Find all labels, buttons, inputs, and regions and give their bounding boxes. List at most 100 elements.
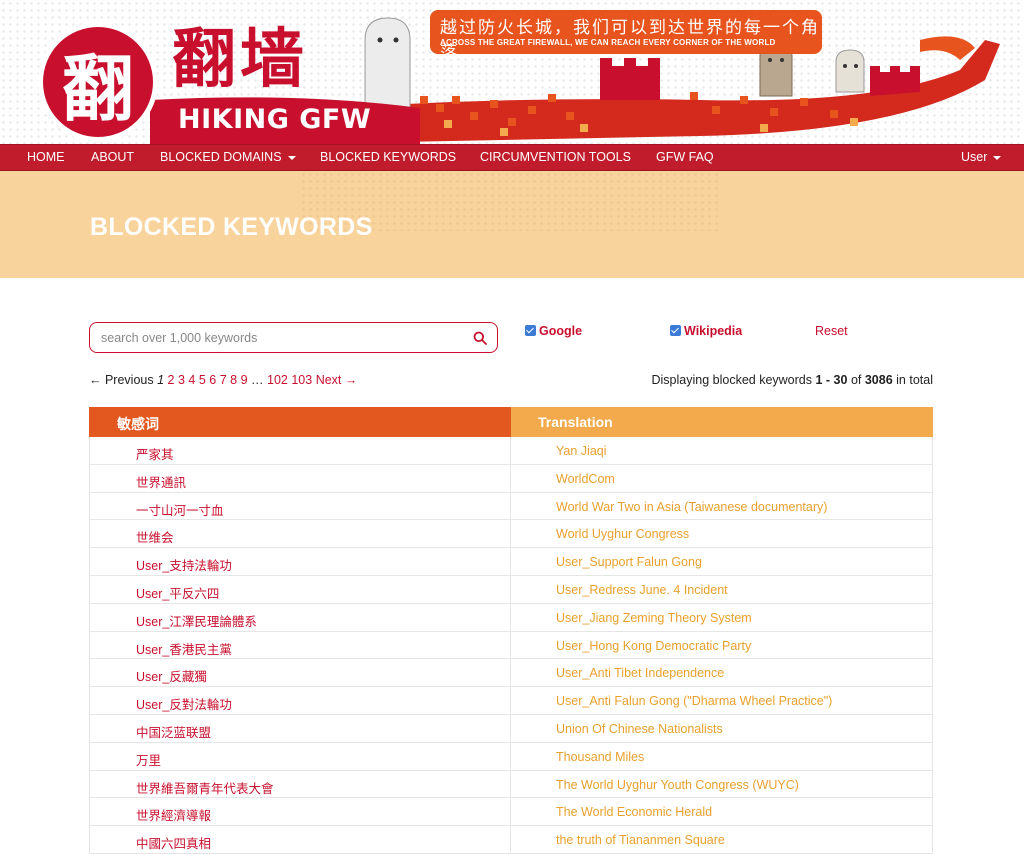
google-filter-label: Google (539, 324, 583, 338)
table-row: User_平反六四 User_Redress June. 4 Incident (89, 575, 933, 604)
keyword-cell[interactable]: 中国泛蓝联盟 (89, 714, 511, 742)
pager-page-6[interactable]: 6 (209, 373, 216, 387)
pager-current-page: 1 (157, 373, 165, 387)
nav-user-label: User (961, 150, 988, 164)
translation-cell[interactable]: User_Redress June. 4 Incident (511, 575, 933, 603)
table-row: User_反對法輪功 User_Anti Falun Gong ("Dharma … (89, 687, 933, 715)
pager-page-103[interactable]: 103 (291, 373, 312, 387)
translation-cell[interactable]: WorldCom (511, 464, 933, 492)
wikipedia-filter-checkbox[interactable]: Wikipedia (670, 324, 742, 338)
brand-name-english: HIKING GFW (178, 104, 372, 135)
table-row: 世维会 World Uyghur Congress (89, 520, 933, 549)
translation-cell[interactable]: User_Hong Kong Democratic Party (511, 631, 933, 659)
table-row: User_香港民主黨 User_Hong Kong Democratic Part… (89, 631, 933, 660)
nav-gfw-faq[interactable]: GFW FAQ (656, 150, 714, 164)
search-icon[interactable] (473, 331, 487, 345)
main-nav: HOME ABOUT BLOCKED DOMAINS BLOCKED KEYWO… (0, 144, 1024, 171)
pager-page-9[interactable]: 9 (241, 373, 248, 387)
translation-cell[interactable]: the truth of Tiananmen Square (511, 826, 933, 853)
nav-blocked-domains-label: BLOCKED DOMAINS (160, 150, 282, 164)
keyword-cell[interactable]: 世界經濟導報 (89, 798, 511, 826)
pager-page-5[interactable]: 5 (199, 373, 206, 387)
site-banner: 翻 翻墙 HIKING GFW 越过防火长城，我们可以到达世界的每一个角落 AC… (0, 0, 1024, 144)
table-row: 世界維吾爾青年代表大會 The World Uyghur Youth Congre… (89, 770, 933, 799)
checkbox-checked-icon (670, 325, 681, 336)
translation-cell[interactable]: User_Jiang Zeming Theory System (511, 603, 933, 631)
slogan-english: ACROSS THE GREAT FIREWALL, WE CAN REACH … (440, 38, 776, 47)
translation-cell[interactable]: Yan Jiaqi (511, 437, 933, 464)
pager-page-4[interactable]: 4 (188, 373, 195, 387)
table-row: 中国泛蓝联盟 Union Of Chinese Nationalists (89, 714, 933, 743)
pager-page-8[interactable]: 8 (230, 373, 237, 387)
nav-blocked-domains[interactable]: BLOCKED DOMAINS (160, 150, 296, 164)
translation-cell[interactable]: Union Of Chinese Nationalists (511, 714, 933, 742)
column-header-keyword: 敏感词 (89, 407, 511, 437)
site-logo[interactable]: 翻 (38, 22, 158, 142)
table-row: User_江澤民理論體系 User_Jiang Zeming Theory Sys… (89, 603, 933, 632)
table-row: 世界經濟導報 The World Economic Herald (89, 798, 933, 827)
nav-circumvention-tools[interactable]: CIRCUMVENTION TOOLS (480, 150, 631, 164)
result-count-prefix: Displaying blocked keywords (651, 373, 813, 387)
table-row: 一寸山河一寸血 World War Two in Asia (Taiwanese … (89, 492, 933, 521)
result-total: 3086 (864, 373, 893, 387)
keyword-cell[interactable]: User_平反六四 (89, 575, 511, 603)
table-row: User_支持法輪功 User_Support Falun Gong (89, 548, 933, 576)
pager-next[interactable]: Next → (316, 373, 358, 387)
table-row: 中國六四真相 the truth of Tiananmen Square (89, 826, 933, 854)
column-header-translation: Translation (511, 407, 933, 437)
keyword-cell[interactable]: 一寸山河一寸血 (89, 492, 511, 520)
caret-down-icon (993, 155, 1002, 160)
translation-cell[interactable]: The World Uyghur Youth Congress (WUYC) (511, 770, 933, 798)
caret-down-icon (287, 155, 296, 160)
translation-cell[interactable]: World Uyghur Congress (511, 520, 933, 548)
nav-blocked-keywords[interactable]: BLOCKED KEYWORDS (320, 150, 456, 164)
table-header: 敏感词 Translation (89, 407, 933, 437)
translation-cell[interactable]: Thousand Miles (511, 742, 933, 770)
brand-name-chinese: 翻墙 (172, 22, 308, 97)
table-row: 严家其 Yan Jiaqi (89, 437, 933, 465)
nav-about[interactable]: ABOUT (91, 150, 134, 164)
search-input[interactable] (101, 329, 461, 347)
page-title: BLOCKED KEYWORDS (90, 213, 373, 241)
checkbox-checked-icon (525, 325, 536, 336)
reset-link[interactable]: Reset (815, 324, 848, 338)
keyword-cell[interactable]: 万里 (89, 742, 511, 770)
pager-previous: ← Previous (89, 373, 154, 387)
result-range: 1 - 30 (815, 373, 848, 387)
keyword-cell[interactable]: User_香港民主黨 (89, 631, 511, 659)
keyword-search-box (89, 322, 498, 353)
wikipedia-filter-label: Wikipedia (684, 324, 743, 338)
keyword-cell[interactable]: 世界通訊 (89, 464, 511, 492)
keyword-cell[interactable]: 中國六四真相 (89, 826, 511, 853)
keyword-cell[interactable]: 世维会 (89, 520, 511, 548)
pager-ellipsis: … (251, 373, 264, 387)
table-row: 万里 Thousand Miles (89, 742, 933, 771)
translation-cell[interactable]: User_Anti Tibet Independence (511, 659, 933, 687)
keyword-cell[interactable]: User_反對法輪功 (89, 687, 511, 714)
keyword-cell[interactable]: 世界維吾爾青年代表大會 (89, 770, 511, 798)
translation-cell[interactable]: User_Support Falun Gong (511, 548, 933, 575)
keyword-cell[interactable]: User_江澤民理論體系 (89, 603, 511, 631)
keyword-cell[interactable]: User_反藏獨 (89, 659, 511, 687)
nav-home[interactable]: HOME (27, 150, 65, 164)
pager-page-102[interactable]: 102 (267, 373, 288, 387)
table-row: User_反藏獨 User_Anti Tibet Independence (89, 659, 933, 688)
translation-cell[interactable]: World War Two in Asia (Taiwanese documen… (511, 492, 933, 520)
pager-page-7[interactable]: 7 (220, 373, 227, 387)
pager-page-3[interactable]: 3 (178, 373, 185, 387)
result-count: Displaying blocked keywords 1 - 30 of 30… (652, 373, 934, 387)
translation-cell[interactable]: User_Anti Falun Gong ("Dharma Wheel Prac… (511, 687, 933, 714)
pager-page-2[interactable]: 2 (168, 373, 175, 387)
result-of: of (850, 373, 862, 387)
translation-cell[interactable]: The World Economic Herald (511, 798, 933, 826)
keyword-cell[interactable]: User_支持法輪功 (89, 548, 511, 575)
nav-user-menu[interactable]: User (961, 150, 1002, 164)
result-count-suffix: in total (896, 373, 933, 387)
keyword-cell[interactable]: 严家其 (89, 437, 511, 464)
logo-glyph: 翻 (61, 45, 134, 131)
google-filter-checkbox[interactable]: Google (525, 324, 582, 338)
page-hero: BLOCKED KEYWORDS (0, 171, 1024, 278)
table-row: 世界通訊 WorldCom (89, 464, 933, 493)
pagination: ← Previous 1 2 3 4 5 6 7 8 9 … 102 103 N… (89, 373, 357, 387)
slogan-bubble: 越过防火长城，我们可以到达世界的每一个角落 ACROSS THE GREAT F… (430, 10, 822, 63)
